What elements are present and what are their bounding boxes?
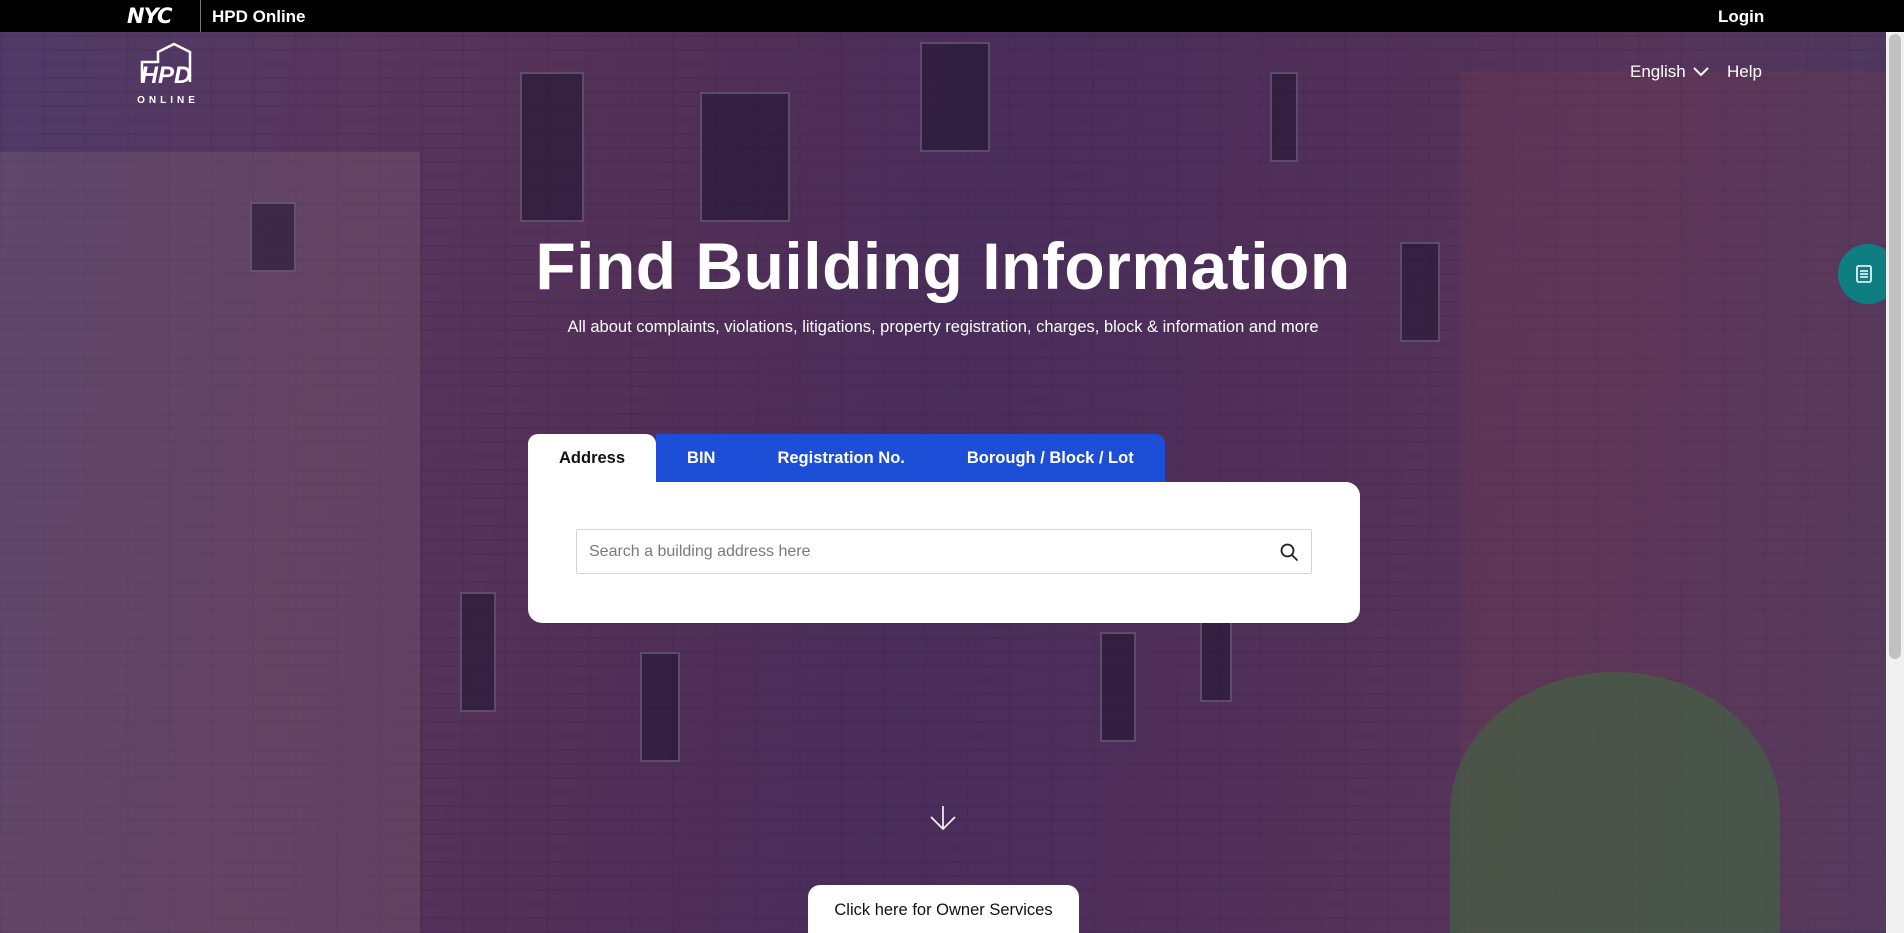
page-subtitle: All about complaints, violations, litiga… [567,318,1319,336]
background-window [460,592,496,712]
background-window [520,72,584,222]
logo-text: HPD [141,62,192,89]
login-link[interactable]: Login [1718,7,1764,27]
background-trees [1450,672,1780,933]
tab-bin[interactable]: BIN [656,434,747,482]
search-card [528,482,1360,623]
tab-address[interactable]: Address [528,434,657,482]
logo-subtext: ONLINE [137,95,199,106]
background-window [1100,632,1136,742]
owner-services-button[interactable]: Click here for Owner Services [808,885,1079,933]
address-search-box [576,529,1312,574]
background-window [920,42,990,152]
tab-registration-no[interactable]: Registration No. [746,434,936,482]
search-button[interactable] [1267,530,1311,573]
background-window [700,92,790,222]
language-label: English [1630,62,1686,81]
nyc-top-bar: NYC HPD Online Login [0,0,1904,32]
language-selector[interactable]: English [1630,62,1710,82]
hpd-online-logo[interactable]: HPD ONLINE [128,40,208,108]
nyc-logo[interactable]: NYC [127,5,172,27]
chevron-down-icon [1693,67,1709,77]
background-window [640,652,680,762]
scroll-down-button[interactable] [928,804,958,837]
arrow-down-icon [930,806,956,831]
divider [200,0,201,32]
search-icon [1280,543,1298,561]
tab-borough-block-lot[interactable]: Borough / Block / Lot [935,434,1165,482]
background-window [1270,72,1298,162]
hpd-building-logo-icon: HPD ONLINE [137,42,199,106]
site-name[interactable]: HPD Online [212,7,306,27]
help-link[interactable]: Help [1727,62,1762,82]
address-search-input[interactable] [577,530,1267,573]
page-title: Find Building Information [535,229,1351,303]
page-scrollbar-thumb[interactable] [1889,34,1901,659]
search-type-tabs: Address BIN Registration No. Borough / B… [528,434,1165,482]
